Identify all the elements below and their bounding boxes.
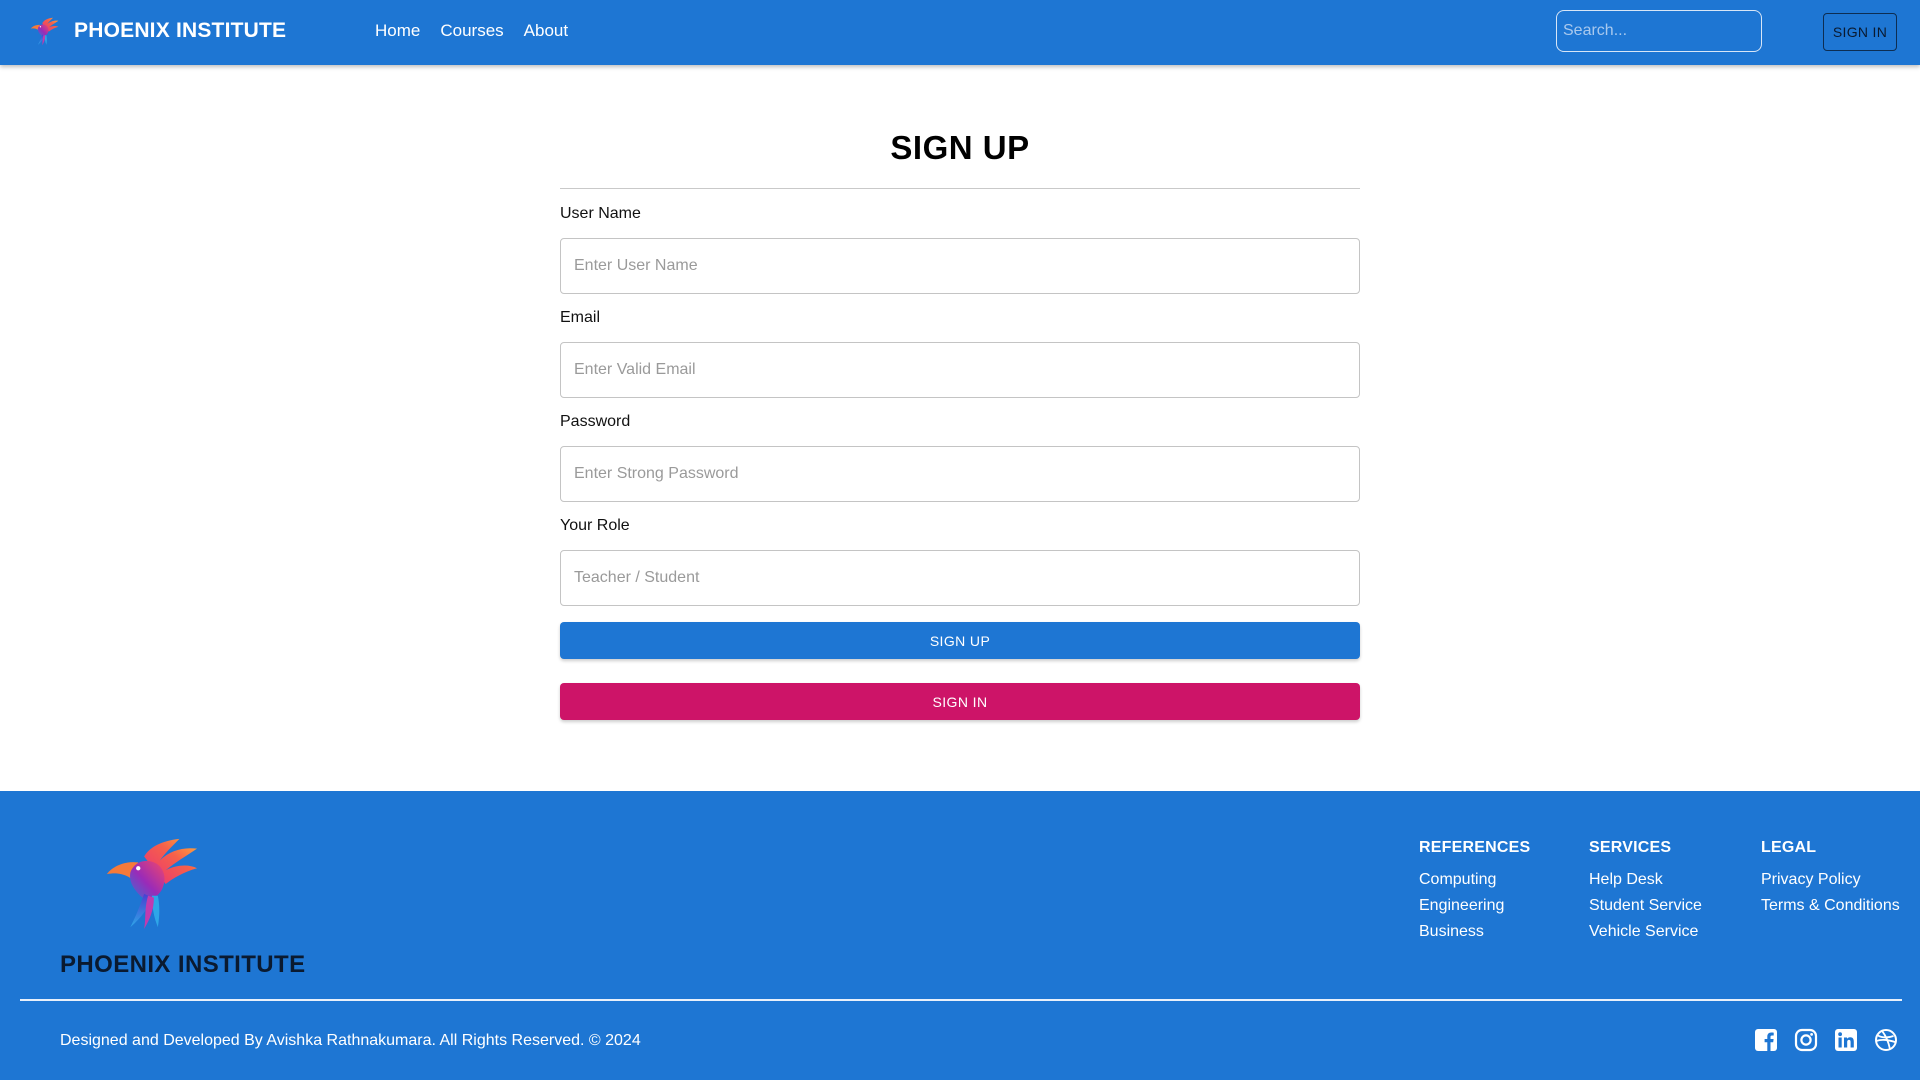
title-divider [560, 188, 1360, 189]
footer-link-student-service[interactable]: Student Service [1589, 896, 1702, 915]
top-navbar: PHOENIX INSTITUTE Home Courses About SIG… [0, 0, 1920, 65]
footer-column-title: SERVICES [1589, 839, 1672, 856]
footer-column-legal: LEGAL Privacy Policy Terms & Conditions [1761, 839, 1900, 922]
footer-column-services: SERVICES Help Desk Student Service Vehic… [1589, 839, 1702, 948]
signin-button[interactable]: SIGN IN [560, 683, 1360, 720]
nav-link-courses[interactable]: Courses [440, 21, 503, 41]
footer-link-engineering[interactable]: Engineering [1419, 896, 1530, 915]
search-input[interactable] [1556, 10, 1762, 52]
site-footer: PHOENIX INSTITUTE REFERENCES Computing E… [0, 791, 1920, 1080]
brand-name: PHOENIX INSTITUTE [74, 19, 287, 42]
footer-column-references: REFERENCES Computing Engineering Busines… [1419, 839, 1530, 948]
email-field[interactable] [560, 342, 1360, 398]
email-label: Email [560, 309, 601, 326]
nav-link-about[interactable]: About [524, 21, 568, 41]
footer-link-business[interactable]: Business [1419, 922, 1530, 941]
dribbble-icon[interactable] [1874, 1028, 1898, 1052]
footer-column-title: REFERENCES [1419, 839, 1531, 856]
footer-link-vehicle-service[interactable]: Vehicle Service [1589, 922, 1702, 941]
footer-link-computing[interactable]: Computing [1419, 870, 1530, 889]
instagram-icon[interactable] [1794, 1028, 1818, 1052]
password-field[interactable] [560, 446, 1360, 502]
footer-brand: PHOENIX INSTITUTE [60, 951, 306, 978]
footer-link-terms[interactable]: Terms & Conditions [1761, 896, 1900, 915]
username-label: User Name [560, 205, 641, 222]
copyright-text: Designed and Developed By Avishka Rathna… [60, 1032, 641, 1049]
nav-links: Home Courses About [375, 21, 568, 41]
role-label: Your Role [560, 517, 630, 534]
signup-button[interactable]: SIGN UP [560, 622, 1360, 659]
brand[interactable]: PHOENIX INSTITUTE [28, 16, 286, 46]
role-field[interactable] [560, 550, 1360, 606]
linkedin-icon[interactable] [1834, 1028, 1858, 1052]
footer-link-privacy-policy[interactable]: Privacy Policy [1761, 870, 1900, 889]
footer-link-help-desk[interactable]: Help Desk [1589, 870, 1702, 889]
username-field[interactable] [560, 238, 1360, 294]
facebook-icon[interactable] [1754, 1028, 1778, 1052]
footer-column-title: LEGAL [1761, 839, 1817, 856]
signup-form: SIGN UP User Name Email Password Your Ro… [560, 112, 1360, 720]
phoenix-logo-icon [98, 833, 202, 931]
footer-divider [20, 999, 1902, 1001]
nav-link-home[interactable]: Home [375, 21, 420, 41]
password-label: Password [560, 413, 631, 430]
page-title: SIGN UP [890, 129, 1030, 166]
nav-signin-button[interactable]: SIGN IN [1823, 13, 1897, 51]
phoenix-logo-icon [28, 16, 60, 46]
social-links [1754, 1028, 1898, 1052]
